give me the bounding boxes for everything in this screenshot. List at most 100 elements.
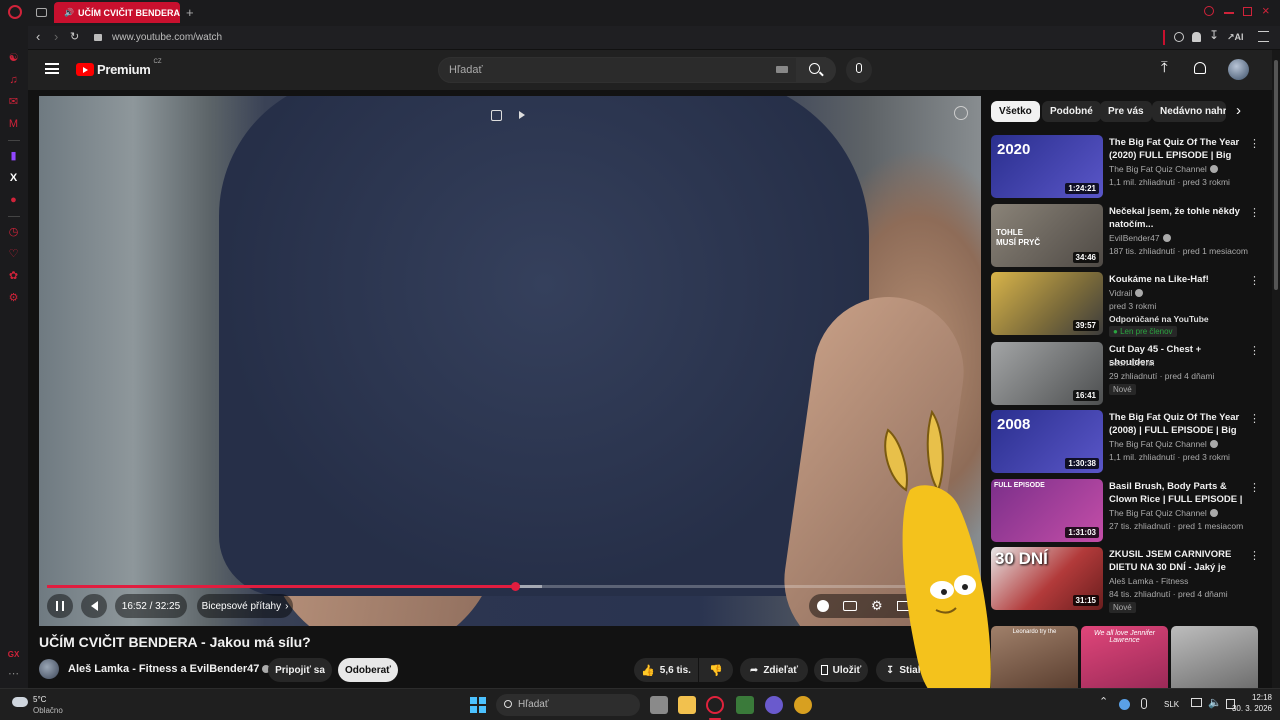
channel-avatar[interactable] [39,659,59,679]
theater-icon[interactable] [896,601,911,611]
search-button[interactable] [796,57,836,83]
mic-tray-icon[interactable] [1141,698,1147,709]
tray-chevron-icon[interactable]: ⌃ [1099,695,1108,708]
maximize-button[interactable] [1243,7,1252,16]
new-tab-button[interactable]: + [186,5,194,20]
more-vert-icon[interactable]: ⋮ [1249,549,1260,563]
chip-related[interactable]: Podobné [1042,101,1101,122]
language-indicator[interactable]: SLK [1164,700,1179,709]
profile-icon[interactable] [1192,32,1201,42]
more-vert-icon[interactable]: ⋮ [1249,412,1260,426]
like-button[interactable]: 👍 5,6 tis. [634,658,698,682]
weather-widget[interactable]: 5°C Oblačno [10,693,70,717]
rec-thumbnail[interactable]: 30 DNÍ 31:15 [991,547,1103,610]
rec-item[interactable]: 30 DNÍ 31:15 ZKUSIL JSEM CARNIVORE DIETU… [991,547,1271,613]
chip-recent[interactable]: Nedávno nahra [1152,101,1226,122]
workspaces-icon[interactable] [36,8,47,17]
chapter-button[interactable]: Bicepsové přítahy › [197,594,293,618]
extensions-sidebar-icon[interactable]: ✿ [7,270,20,283]
chip-all[interactable]: Všetko [991,101,1040,122]
app-taskbar-icon[interactable] [736,696,754,714]
short-card[interactable]: We all love Jennifer Lawrence [1081,626,1168,688]
messenger-icon[interactable]: ✉ [7,96,20,109]
avatar[interactable] [1228,59,1249,80]
close-button[interactable]: × [1262,3,1270,18]
rec-thumbnail[interactable]: 2008 1:30:38 [991,410,1103,473]
rec-item[interactable]: 39:57 Koukáme na Like-Haf! Vidrail pred … [991,272,1271,338]
more-icon[interactable]: ⋯ [7,668,20,681]
history-icon[interactable]: ◷ [7,226,20,239]
subtitles-icon[interactable] [843,601,857,611]
url-field[interactable]: www.youtube.com/watch [112,32,222,43]
info-icon[interactable] [954,106,968,120]
reload-button[interactable]: ↻ [70,30,79,43]
share-button[interactable]: ➦ Zdieľať [740,658,808,682]
rec-item[interactable]: FULL EPISODE 1:31:03 Basil Brush, Body P… [991,479,1271,543]
more-vert-icon[interactable]: ⋮ [1249,481,1260,495]
next-icon[interactable] [519,111,525,119]
active-tab[interactable]: 🔊 UČÍM CVIČIT BENDERA [54,2,180,23]
rec-item[interactable]: 16:41 Cut Day 45 - Chest + shoulders Leo… [991,342,1271,406]
notifications-icon[interactable] [1194,62,1206,74]
page-scrollbar[interactable] [1272,50,1280,688]
miniplayer-icon[interactable] [491,110,502,121]
short-card[interactable]: Leonardo try the [991,626,1078,688]
bookmarks-icon[interactable]: ♡ [7,248,20,261]
short-card[interactable] [1171,626,1258,688]
gx-icon[interactable]: GX [7,648,20,661]
file-explorer-icon[interactable] [678,696,696,714]
app-taskbar-icon[interactable] [765,696,783,714]
rec-item[interactable]: TOHLE MUSÍ PRYČ 34:46 Nečekal jsem, že t… [991,204,1271,268]
join-button[interactable]: Pripojiť sa [268,658,332,682]
player-icon[interactable]: ♫ [7,74,20,87]
settings-icon[interactable]: ⚙ [7,292,20,305]
youtube-logo[interactable]: Premium CZ [76,59,162,77]
back-button[interactable]: ‹ [36,29,40,44]
rec-thumbnail[interactable]: 2020 1:24:21 [991,135,1103,198]
more-vert-icon[interactable]: ⋮ [1249,206,1260,220]
twitch-icon[interactable]: ▮ [7,150,20,163]
clock[interactable]: 12:18 30. 3. 2026 [1230,693,1272,713]
youtube-music-icon[interactable]: ● [7,194,20,207]
more-vert-icon[interactable]: ⋮ [1249,274,1260,288]
downloads-icon[interactable]: ↧ [1209,28,1219,42]
chips-next-icon[interactable]: › [1236,102,1241,119]
autoplay-toggle[interactable] [817,600,829,612]
start-button[interactable] [470,697,486,713]
rec-thumbnail[interactable]: 39:57 [991,272,1103,335]
progress-scrubber[interactable] [511,582,520,591]
download-button[interactable]: ↧ Stiahnuť [876,658,946,682]
settings-gear-icon[interactable]: ⚙ [871,598,883,614]
search-input[interactable]: Hľadať [438,57,826,83]
scrollbar-thumb[interactable] [1274,60,1278,290]
aria-ai-button[interactable]: ↗AI [1227,32,1244,43]
upload-icon[interactable]: ⤒ [1161,59,1168,76]
play-pause-button[interactable] [47,594,73,618]
chip-for-you[interactable]: Pre vás [1100,101,1152,122]
dislike-button[interactable]: 👎 [699,658,733,682]
extensions-icon[interactable] [1174,32,1184,42]
rec-item[interactable]: 2008 1:30:38 The Big Fat Quiz Of The Yea… [991,410,1271,474]
subscribe-button[interactable]: Odoberať [338,658,398,682]
menu-icon[interactable] [45,63,59,74]
voice-search-button[interactable] [846,57,872,83]
more-vert-icon[interactable]: ⋮ [1249,137,1260,151]
aria-icon[interactable]: ☯ [7,52,20,65]
volume-tray-icon[interactable]: 🔈 [1208,696,1222,709]
keyboard-icon[interactable] [776,66,788,73]
save-button[interactable]: Uložiť [814,658,868,682]
rec-thumbnail[interactable]: TOHLE MUSÍ PRYČ 34:46 [991,204,1103,267]
rec-thumbnail[interactable]: FULL EPISODE 1:31:03 [991,479,1103,542]
lock-icon[interactable] [94,34,102,41]
minimize-button[interactable] [1224,12,1234,14]
tray-app-icon[interactable] [1119,699,1130,710]
network-icon[interactable] [1191,698,1202,707]
volume-button[interactable] [81,594,107,618]
gmail-icon[interactable]: M [7,118,20,131]
opera-gx-taskbar-icon[interactable] [706,696,724,714]
x-icon[interactable]: X [7,172,20,185]
opera-logo-icon[interactable] [8,5,22,19]
app-taskbar-icon[interactable] [794,696,812,714]
rec-thumbnail[interactable]: 16:41 [991,342,1103,405]
channel-name[interactable]: Aleš Lamka - Fitness a EvilBender47 [68,663,271,675]
